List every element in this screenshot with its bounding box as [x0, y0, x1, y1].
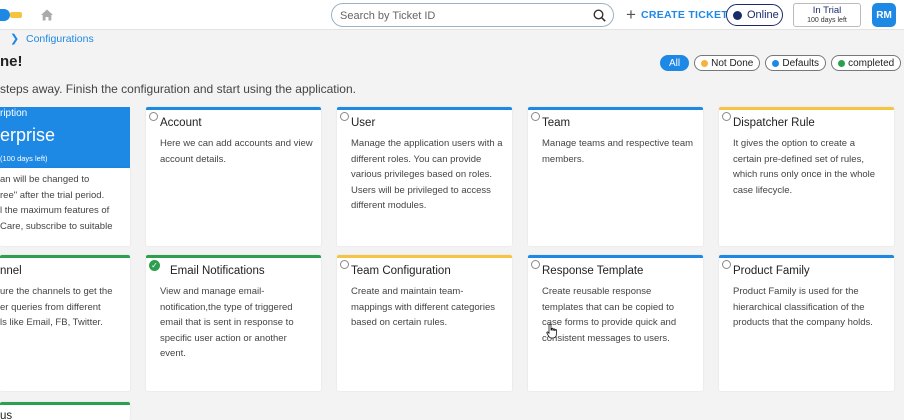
card-title: Email Notifications [170, 265, 265, 277]
card-desc: Product Family is used for the hierarchi… [733, 286, 873, 328]
filter-not-done[interactable]: Not Done [694, 55, 761, 71]
card-desc: Manage teams and respective team members… [542, 138, 694, 165]
trial-days-left: 100 days left [807, 17, 847, 24]
filter-all-label: All [669, 57, 681, 69]
card-desc: Manage the application users with a diff… [351, 138, 503, 211]
top-header: + CREATE TICKET Online In Trial 100 days… [0, 0, 904, 30]
trial-title: In Trial [812, 5, 842, 16]
card-title: us [0, 410, 13, 420]
radio-icon [149, 112, 158, 121]
app-logo[interactable] [0, 9, 22, 21]
filter-completed[interactable]: completed [831, 55, 902, 71]
ticket-search [331, 3, 614, 27]
radio-icon [340, 112, 349, 121]
subscription-details-card: an will be changed to ree" after the tri… [0, 168, 130, 246]
radio-icon [722, 112, 731, 121]
config-card-team[interactable]: Team Manage teams and respective team me… [528, 107, 703, 246]
user-avatar[interactable]: RM [872, 3, 896, 27]
plus-icon: + [626, 5, 636, 24]
create-ticket-button[interactable]: + CREATE TICKET [626, 5, 729, 24]
subscription-label: ription [0, 108, 28, 119]
defaults-dot-icon [772, 59, 780, 67]
breadcrumb: ❯ Configurations [0, 31, 904, 47]
card-title: nnel [0, 265, 22, 277]
subscription-days-left: (100 days left) [0, 154, 48, 163]
status-dot-icon [733, 10, 742, 20]
chevron-right-icon: ❯ [10, 33, 20, 45]
hand-cursor-icon [546, 323, 557, 339]
config-card-email-notifications[interactable]: ✓ Email Notifications View and manage em… [146, 255, 321, 391]
config-card-team-configuration[interactable]: Team Configuration Create and maintain t… [337, 255, 512, 391]
card-title: Account [160, 117, 202, 129]
online-status-toggle[interactable]: Online [726, 4, 783, 26]
radio-icon [531, 112, 540, 121]
card-title: Dispatcher Rule [733, 117, 815, 129]
config-card-status[interactable]: us [0, 402, 130, 420]
status-label: Online [747, 9, 779, 21]
card-title: User [351, 117, 376, 129]
card-title: Team Configuration [351, 265, 451, 277]
card-desc: View and manage email-notification,the t… [160, 286, 294, 359]
card-desc: Here we can add accounts and view accoun… [160, 138, 313, 165]
card-desc: It gives the option to create a certain … [733, 138, 876, 196]
card-title: Response Template [542, 265, 644, 277]
filter-chips: All Not Done Defaults completed [660, 55, 902, 71]
card-title: Team [542, 117, 571, 129]
card-desc: ure the channels to get the er queries f… [0, 286, 113, 328]
breadcrumb-configurations[interactable]: Configurations [26, 31, 94, 47]
create-ticket-label: CREATE TICKET [640, 9, 729, 21]
page-greeting: ne! [0, 53, 23, 70]
subscription-card[interactable]: ription erprise (100 days left) [0, 107, 130, 168]
filter-not-done-label: Not Done [711, 57, 754, 69]
card-desc: Create and maintain team-mappings with d… [351, 286, 495, 328]
check-circle-icon: ✓ [149, 260, 160, 271]
subscription-plan: erprise [0, 125, 56, 145]
search-input[interactable] [340, 8, 590, 24]
config-card-channel[interactable]: nnel ure the channels to get the er quer… [0, 255, 130, 391]
home-icon[interactable] [40, 8, 54, 22]
config-card-user[interactable]: User Manage the application users with a… [337, 107, 512, 246]
completed-dot-icon [838, 59, 846, 67]
config-card-account[interactable]: Account Here we can add accounts and vie… [146, 107, 321, 246]
config-card-dispatcher-rule[interactable]: Dispatcher Rule It gives the option to c… [719, 107, 894, 246]
radio-icon [340, 260, 349, 269]
radio-icon [722, 260, 731, 269]
card-desc: Create reusable response templates that … [542, 286, 677, 344]
config-card-product-family[interactable]: Product Family Product Family is used fo… [719, 255, 894, 391]
page-subtitle: steps away. Finish the configuration and… [0, 82, 356, 96]
search-icon[interactable] [592, 8, 607, 23]
subscription-desc: an will be changed to ree" after the tri… [0, 174, 113, 232]
filter-defaults-label: Defaults [782, 57, 820, 69]
trial-badge[interactable]: In Trial 100 days left [793, 3, 861, 27]
filter-completed-label: completed [848, 57, 895, 69]
card-title: Product Family [733, 265, 810, 277]
not-done-dot-icon [701, 59, 709, 67]
radio-icon [531, 260, 540, 269]
filter-defaults[interactable]: Defaults [765, 55, 827, 71]
filter-all[interactable]: All [660, 55, 690, 71]
